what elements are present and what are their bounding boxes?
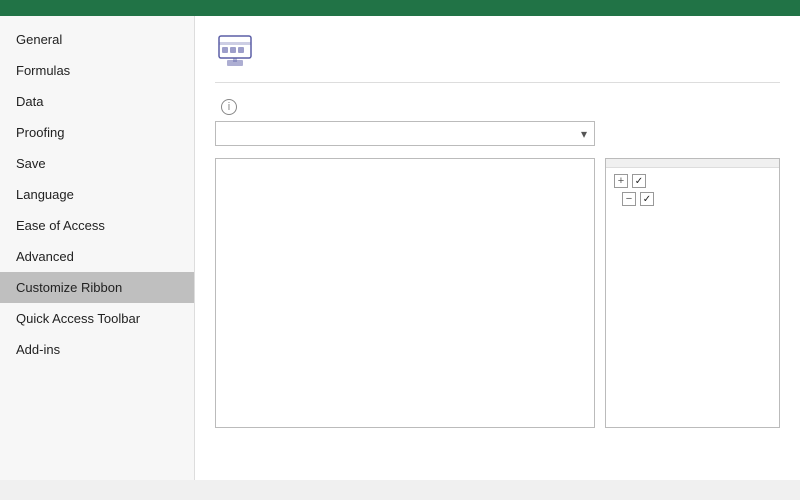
columns-area: + ✓ − ✓ xyxy=(215,158,780,428)
right-panel: + ✓ − ✓ xyxy=(605,158,780,428)
tree-checkbox-2[interactable]: ✓ xyxy=(640,192,654,206)
sidebar-item-language[interactable]: Language xyxy=(0,179,194,210)
sidebar-item-save[interactable]: Save xyxy=(0,148,194,179)
sidebar: GeneralFormulasDataProofingSaveLanguageE… xyxy=(0,16,195,480)
title-bar xyxy=(0,0,800,16)
right-panel-header xyxy=(606,159,779,168)
sidebar-item-quick-access-toolbar[interactable]: Quick Access Toolbar xyxy=(0,303,194,334)
section-header xyxy=(215,32,780,83)
tree-item-1: + ✓ xyxy=(610,172,775,190)
commands-dropdown[interactable] xyxy=(215,121,595,146)
sidebar-item-ease-of-access[interactable]: Ease of Access xyxy=(0,210,194,241)
commands-list-container[interactable] xyxy=(215,158,595,428)
sidebar-item-customize-ribbon[interactable]: Customize Ribbon xyxy=(0,272,194,303)
dialog-body: GeneralFormulasDataProofingSaveLanguageE… xyxy=(0,16,800,480)
dropdown-row xyxy=(215,121,780,146)
commands-dropdown-wrapper xyxy=(215,121,595,146)
right-panel-tree: + ✓ − ✓ xyxy=(606,168,779,212)
tree-expand-minus[interactable]: − xyxy=(622,192,636,206)
ribbon-icon xyxy=(215,32,255,72)
sidebar-item-proofing[interactable]: Proofing xyxy=(0,117,194,148)
main-content: i + ✓ xyxy=(195,16,800,480)
sidebar-item-data[interactable]: Data xyxy=(0,86,194,117)
sidebar-item-formulas[interactable]: Formulas xyxy=(0,55,194,86)
tree-item-2: − ✓ xyxy=(618,190,775,208)
tree-checkbox-1[interactable]: ✓ xyxy=(632,174,646,188)
sidebar-item-general[interactable]: General xyxy=(0,24,194,55)
sidebar-item-advanced[interactable]: Advanced xyxy=(0,241,194,272)
sidebar-item-add-ins[interactable]: Add-ins xyxy=(0,334,194,365)
tree-expand-plus[interactable]: + xyxy=(614,174,628,188)
info-icon[interactable]: i xyxy=(221,99,237,115)
choose-commands-row: i xyxy=(215,99,780,115)
